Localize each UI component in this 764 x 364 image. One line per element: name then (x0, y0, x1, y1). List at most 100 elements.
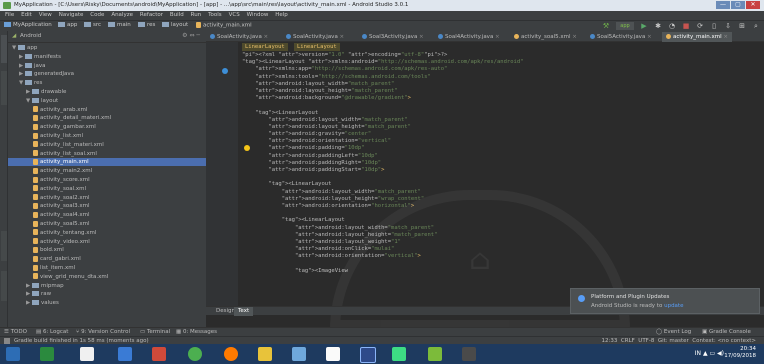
code-line[interactable]: "attr">android:background="@drawable/gra… (242, 95, 523, 102)
tree-file[interactable]: bold.xml (8, 246, 206, 254)
search-icon[interactable]: ⌕ (752, 22, 760, 30)
project-tool-tab[interactable] (1, 35, 7, 63)
tree-file[interactable]: activity_list_materi.xml (8, 141, 206, 149)
resource-manager-tab[interactable] (1, 71, 7, 105)
menu-run[interactable]: Run (191, 11, 202, 20)
tree-file[interactable]: activity_soal5.xml (8, 220, 206, 228)
tree-file[interactable]: activity_soal3.xml (8, 202, 206, 210)
taskbar-photoshop-icon[interactable] (360, 347, 376, 363)
tree-folder[interactable]: ▼ app (8, 44, 206, 52)
close-tab-icon[interactable]: × (645, 34, 652, 40)
close-tab-icon[interactable]: × (722, 34, 728, 40)
code-line[interactable]: "attr">android:paddingLeft="10dp" (242, 153, 523, 160)
taskbar-app-icon[interactable] (118, 347, 132, 361)
tree-folder[interactable]: ▶ values (8, 299, 206, 307)
menu-code[interactable]: Code (90, 11, 104, 20)
tree-file[interactable]: activity_tentang.xml (8, 229, 206, 237)
breadcrumb-main[interactable]: main (108, 22, 131, 28)
tree-folder[interactable]: ▶ generatedJava (8, 70, 206, 78)
breadcrumb-res[interactable]: res (138, 22, 155, 28)
tree-file[interactable]: activity_list.xml (8, 132, 206, 140)
code-line[interactable]: "attr">android:gravity="center" (242, 131, 523, 138)
start-button[interactable] (6, 347, 20, 361)
tree-folder[interactable]: ▼ res (8, 79, 206, 87)
editor-tab[interactable]: activity_soal5.xml × (510, 32, 581, 42)
sync-gradle-icon[interactable]: ⟳ (696, 22, 704, 30)
system-tray[interactable]: IN ▲ ▭ ◀) (695, 350, 724, 357)
code-line[interactable]: "attr">android:padding="10dp" (242, 145, 523, 152)
structure-icon[interactable]: ⊞ (738, 22, 746, 30)
tree-file[interactable]: activity_arab.xml (8, 106, 206, 114)
tree-folder[interactable]: ▶ java (8, 62, 206, 70)
breadcrumb-app[interactable]: app (58, 22, 77, 28)
menu-refactor[interactable]: Refactor (140, 11, 163, 20)
tree-file[interactable]: activity_soal.xml (8, 185, 206, 193)
tab-text[interactable]: Text (234, 307, 254, 316)
update-notification[interactable]: Platform and Plugin Updates Android Stud… (570, 288, 760, 314)
menu-view[interactable]: View (39, 11, 52, 20)
code-line[interactable]: "attr">android:layout_height="match_pare… (242, 124, 523, 131)
tree-folder[interactable]: ▶ mipmap (8, 282, 206, 290)
tree-file[interactable]: activity_detail_materi.xml (8, 114, 206, 122)
editor-tab[interactable]: Soal4Activity.java × (434, 32, 504, 42)
tree-file[interactable]: activity_soal4.xml (8, 211, 206, 219)
breadcrumb-layout[interactable]: layout (162, 22, 188, 28)
taskbar-app-icon[interactable] (292, 347, 306, 361)
code-line[interactable]: "attr">android:paddingRight="10dp" (242, 160, 523, 167)
taskbar-app-icon[interactable] (462, 347, 476, 361)
taskbar-clock[interactable]: 20:34 17/09/2018 (724, 346, 756, 360)
tree-file[interactable]: activity_score.xml (8, 176, 206, 184)
run-config-select[interactable]: app (616, 22, 634, 30)
code-line[interactable]: "attr">android:orientation="vertical" (242, 138, 523, 145)
code-line[interactable]: "attr">android:layout_width="match_paren… (242, 81, 523, 88)
tree-folder[interactable]: ▶ raw (8, 290, 206, 298)
taskbar-app-icon[interactable] (428, 347, 442, 361)
code-line[interactable]: "tag"><LinearLayout (242, 110, 523, 117)
update-link[interactable]: update (664, 303, 683, 309)
close-tab-icon[interactable]: × (417, 34, 424, 40)
panel-settings-icon[interactable]: ⚙ ⇔ ─ (182, 32, 200, 39)
menu-build[interactable]: Build (170, 11, 184, 20)
editor-tab[interactable]: activity_main.xml × (662, 32, 733, 42)
close-tab-icon[interactable]: × (571, 34, 577, 40)
code-line[interactable]: "attr">xmlns:tools="http://schemas.andro… (242, 74, 523, 81)
taskbar-app-icon[interactable] (152, 347, 166, 361)
debug-icon[interactable]: ✱ (654, 22, 662, 30)
tree-file[interactable]: list_item.xml (8, 264, 206, 272)
tree-file[interactable]: activity_gambar.xml (8, 123, 206, 131)
editor-tab[interactable]: Soal5Activity.java × (586, 32, 656, 42)
menu-tools[interactable]: Tools (208, 11, 222, 20)
close-tab-icon[interactable]: × (338, 34, 345, 40)
menu-vcs[interactable]: VCS (229, 11, 240, 20)
menu-help[interactable]: Help (275, 11, 288, 20)
breadcrumb-file[interactable]: activity_main.xml (196, 22, 252, 29)
project-view-selector[interactable]: Android (20, 33, 41, 39)
taskbar-app-icon[interactable] (224, 347, 238, 361)
code-line[interactable] (242, 102, 523, 109)
code-line[interactable]: "tag"><LinearLayout "attr">xmlns:android… (242, 59, 523, 66)
avd-manager-icon[interactable]: ▯ (710, 22, 718, 30)
tree-file[interactable]: view_grid_menu_dta.xml (8, 273, 206, 281)
run-icon[interactable]: ▶ (640, 22, 648, 30)
tree-file[interactable]: activity_main2.xml (8, 167, 206, 175)
taskbar-chrome-icon[interactable] (188, 347, 202, 361)
close-button[interactable]: ✕ (746, 1, 760, 9)
close-tab-icon[interactable]: × (493, 34, 500, 40)
tree-folder[interactable]: ▶ manifests (8, 53, 206, 61)
tree-file[interactable]: card_gabri.xml (8, 255, 206, 263)
structure-tool-tab[interactable] (1, 231, 7, 261)
taskbar-app-icon[interactable] (258, 347, 272, 361)
breadcrumb-src[interactable]: src (84, 22, 101, 28)
tree-file[interactable]: activity_list_soal.xml (8, 150, 206, 158)
editor-breadcrumb[interactable]: LinearLayout (294, 43, 340, 51)
menu-file[interactable]: File (5, 11, 14, 20)
maximize-button[interactable]: ▢ (731, 1, 745, 9)
favorites-tool-tab[interactable] (1, 271, 7, 301)
taskbar-app-icon[interactable] (326, 347, 340, 361)
tree-file[interactable]: activity_soal2.xml (8, 194, 206, 202)
code-line[interactable]: "attr">android:paddingStart="10dp"> (242, 167, 523, 174)
menu-analyze[interactable]: Analyze (111, 11, 133, 20)
tree-folder[interactable]: ▼ layout (8, 97, 206, 105)
taskbar-explorer-icon[interactable] (80, 347, 94, 361)
close-tab-icon[interactable]: × (262, 34, 269, 40)
